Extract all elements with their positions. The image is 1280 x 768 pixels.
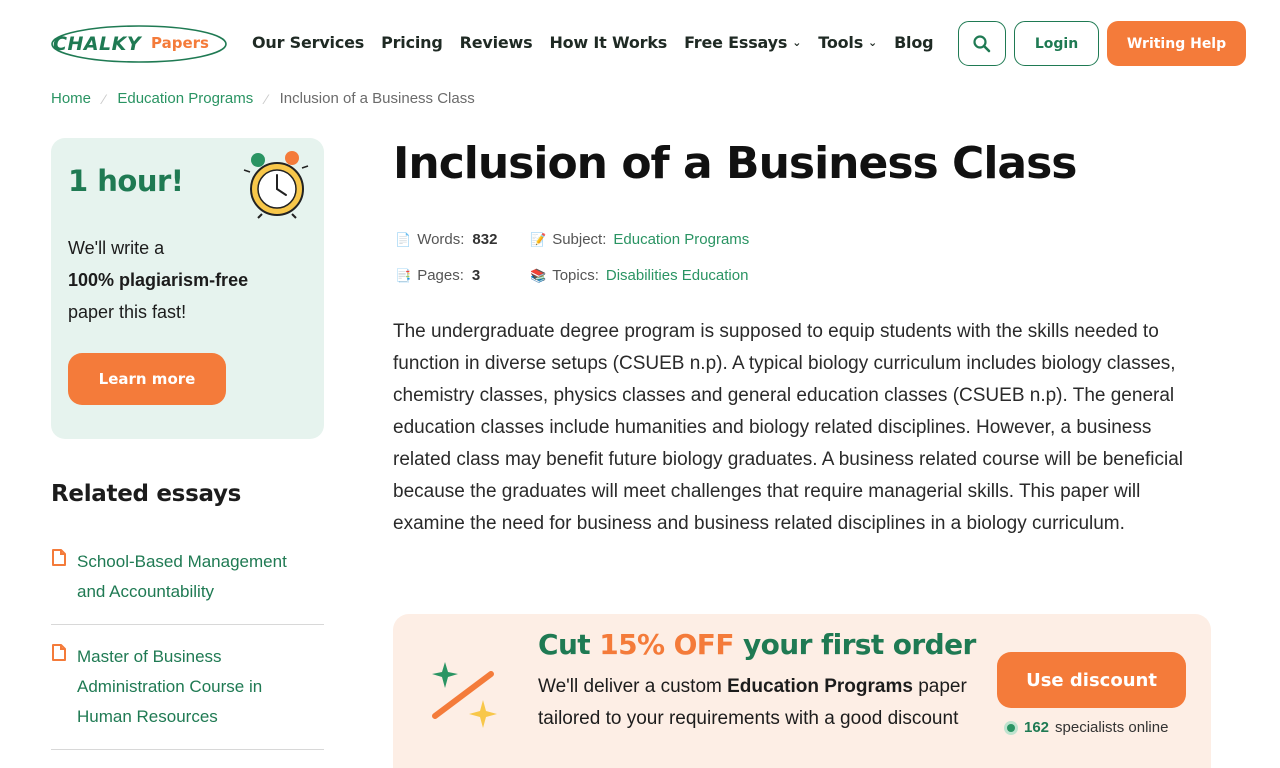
discount-title: Cut 15% OFF your first order bbox=[538, 628, 976, 661]
document-icon bbox=[52, 549, 66, 566]
nav-reviews[interactable]: Reviews bbox=[460, 33, 533, 52]
subject-link[interactable]: Education Programs bbox=[613, 231, 749, 248]
site-logo[interactable]: CHALKY Papers bbox=[50, 24, 228, 64]
topics-link[interactable]: Disabilities Education bbox=[606, 267, 749, 284]
learn-more-button[interactable]: Learn more bbox=[68, 353, 226, 405]
discount-banner: Cut 15% OFF your first order We'll deliv… bbox=[393, 614, 1211, 768]
related-essay-item: School-Based Management and Accountabili… bbox=[51, 547, 324, 611]
nav-blog[interactable]: Blog bbox=[894, 33, 934, 52]
related-essay-link[interactable]: School-Based Management and Accountabili… bbox=[77, 547, 317, 607]
pages-count: 3 bbox=[471, 267, 481, 284]
article-title: Inclusion of a Business Class bbox=[393, 138, 1077, 189]
books-icon: 📚 bbox=[530, 267, 547, 283]
discount-text: We'll deliver a custom Education Program… bbox=[538, 676, 967, 729]
logo-text-papers: Papers bbox=[151, 34, 209, 52]
nav-our-services[interactable]: Our Services bbox=[252, 33, 364, 52]
words-count: 832 bbox=[472, 231, 498, 248]
related-essay-item: Master of Business Administration Course… bbox=[51, 642, 324, 736]
chevron-down-icon: ⌄ bbox=[868, 36, 878, 49]
logo-text-chalky: CHALKY bbox=[53, 33, 142, 55]
nav-pricing[interactable]: Pricing bbox=[381, 33, 443, 52]
related-essays-title: Related essays bbox=[51, 481, 242, 507]
specialists-online: 162 specialists online bbox=[1007, 719, 1168, 736]
nav-free-essays[interactable]: Free Essays ⌄ bbox=[684, 33, 801, 52]
chevron-down-icon: ⌄ bbox=[792, 36, 802, 49]
breadcrumb-separator: ⁄ bbox=[103, 90, 106, 107]
meta-words: 📄 Words: 832 bbox=[395, 231, 498, 248]
meta-pages: 📑 Pages: 3 bbox=[395, 267, 481, 284]
search-icon bbox=[973, 34, 991, 52]
online-count: 162 bbox=[1024, 719, 1050, 736]
breadcrumb-separator: ⁄ bbox=[265, 90, 268, 107]
meta-topics: 📚 Topics: Disabilities Education bbox=[530, 267, 749, 284]
breadcrumb-home[interactable]: Home bbox=[51, 90, 91, 107]
online-status-dot bbox=[1007, 723, 1015, 732]
breadcrumb-current: Inclusion of a Business Class bbox=[279, 90, 475, 107]
meta-subject: 📝 Subject: Education Programs bbox=[530, 231, 750, 248]
main-nav: Our Services Pricing Reviews How It Work… bbox=[252, 33, 950, 52]
login-button[interactable]: Login bbox=[1014, 21, 1099, 66]
nav-tools[interactable]: Tools ⌄ bbox=[818, 33, 877, 52]
memo-icon: 📝 bbox=[530, 231, 547, 247]
search-button[interactable] bbox=[958, 21, 1006, 66]
promo-title: 1 hour! bbox=[68, 164, 184, 198]
breadcrumb: Home ⁄ Education Programs ⁄ Inclusion of… bbox=[51, 90, 475, 107]
promo-card: 1 hour! We'll write a 100% plagiarism-fr… bbox=[51, 138, 324, 439]
writing-help-button[interactable]: Writing Help bbox=[1107, 21, 1246, 66]
sparkle-wand-icon bbox=[432, 662, 497, 728]
divider bbox=[51, 749, 324, 750]
pages-icon: 📑 bbox=[395, 267, 412, 283]
nav-how-it-works[interactable]: How It Works bbox=[549, 33, 667, 52]
article-body: The undergraduate degree program is supp… bbox=[393, 321, 1184, 534]
divider bbox=[51, 624, 324, 625]
alarm-clock-icon bbox=[243, 151, 309, 219]
document-icon bbox=[52, 644, 66, 661]
site-header: CHALKY Papers Our Services Pricing Revie… bbox=[0, 0, 1280, 88]
promo-text: We'll write a 100% plagiarism-free paper… bbox=[68, 238, 249, 322]
breadcrumb-category[interactable]: Education Programs bbox=[117, 90, 253, 107]
document-icon: 📄 bbox=[395, 231, 412, 247]
related-essay-link[interactable]: Master of Business Administration Course… bbox=[77, 642, 317, 732]
discount-highlight: 15% OFF bbox=[599, 628, 734, 661]
discount-subject: Education Programs bbox=[727, 676, 913, 697]
promo-bold-text: 100% plagiarism-free bbox=[68, 270, 249, 290]
use-discount-button[interactable]: Use discount bbox=[997, 652, 1186, 708]
